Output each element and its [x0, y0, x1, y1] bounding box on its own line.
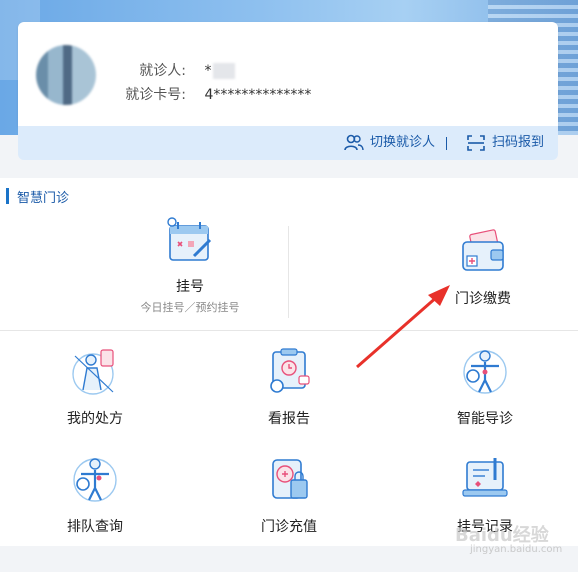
scan-checkin-label: 扫码报到 [492, 135, 545, 150]
switch-patient-label: 切换就诊人 [370, 135, 436, 150]
divider [446, 137, 447, 150]
wallet-icon [462, 229, 504, 271]
scan-checkin-button[interactable]: 扫码报到 [466, 126, 544, 160]
card-number-label: 就诊卡号: [125, 87, 186, 103]
card-number-row: 就诊卡号: 4************** [86, 84, 311, 104]
prescription-label: 我的处方 [67, 411, 123, 427]
horizontal-divider [0, 330, 578, 331]
section-accent-bar [6, 188, 9, 204]
switch-patient-button[interactable]: 切换就诊人 [344, 126, 435, 160]
report-icon [270, 348, 310, 393]
card-number-value: 4************** [204, 87, 312, 103]
users-icon [344, 134, 364, 151]
calendar-icon [167, 217, 212, 261]
action-bar: 切换就诊人 扫码报到 [18, 126, 558, 160]
queue-label: 排队查询 [67, 519, 123, 535]
payment-tile[interactable]: 门诊缴费 [428, 226, 538, 308]
section-header: 智慧门诊 [6, 186, 69, 206]
patient-card: 就诊人: * 就诊卡号: 4************** [18, 22, 558, 126]
scan-icon [467, 135, 485, 151]
patient-name-label: 就诊人: [139, 63, 186, 79]
records-icon [462, 458, 508, 497]
register-sublabel: 今日挂号／预约挂号 [140, 301, 240, 314]
patient-name-value: * [204, 63, 212, 79]
patient-name-row: 就诊人: * [86, 60, 236, 80]
guide-label: 智能导诊 [457, 411, 513, 427]
queue-icon [73, 458, 117, 502]
recharge-label: 门诊充值 [261, 519, 317, 535]
queue-tile[interactable]: 排队查询 [40, 454, 150, 536]
prescription-tile[interactable]: 我的处方 [40, 346, 150, 428]
guide-tile[interactable]: 智能导诊 [430, 346, 540, 428]
prescription-icon [72, 349, 114, 395]
report-tile[interactable]: 看报告 [234, 346, 344, 428]
smart-clinic-section: 智慧门诊 挂号 今日挂号／预约挂号 门诊缴费 我的处方 看报告 智能导诊 排队查… [0, 178, 578, 546]
body-guide-icon [463, 350, 507, 394]
watermark-url: jingyan.baidu.com [470, 544, 563, 555]
recharge-icon [272, 459, 308, 499]
report-label: 看报告 [268, 411, 310, 427]
register-label: 挂号 [176, 279, 204, 295]
payment-label: 门诊缴费 [455, 291, 511, 307]
vertical-divider [288, 226, 289, 318]
blurred-region [213, 63, 236, 79]
recharge-tile[interactable]: 门诊充值 [234, 454, 344, 536]
section-title: 智慧门诊 [17, 190, 70, 206]
register-tile[interactable]: 挂号 今日挂号／预约挂号 [130, 214, 250, 315]
